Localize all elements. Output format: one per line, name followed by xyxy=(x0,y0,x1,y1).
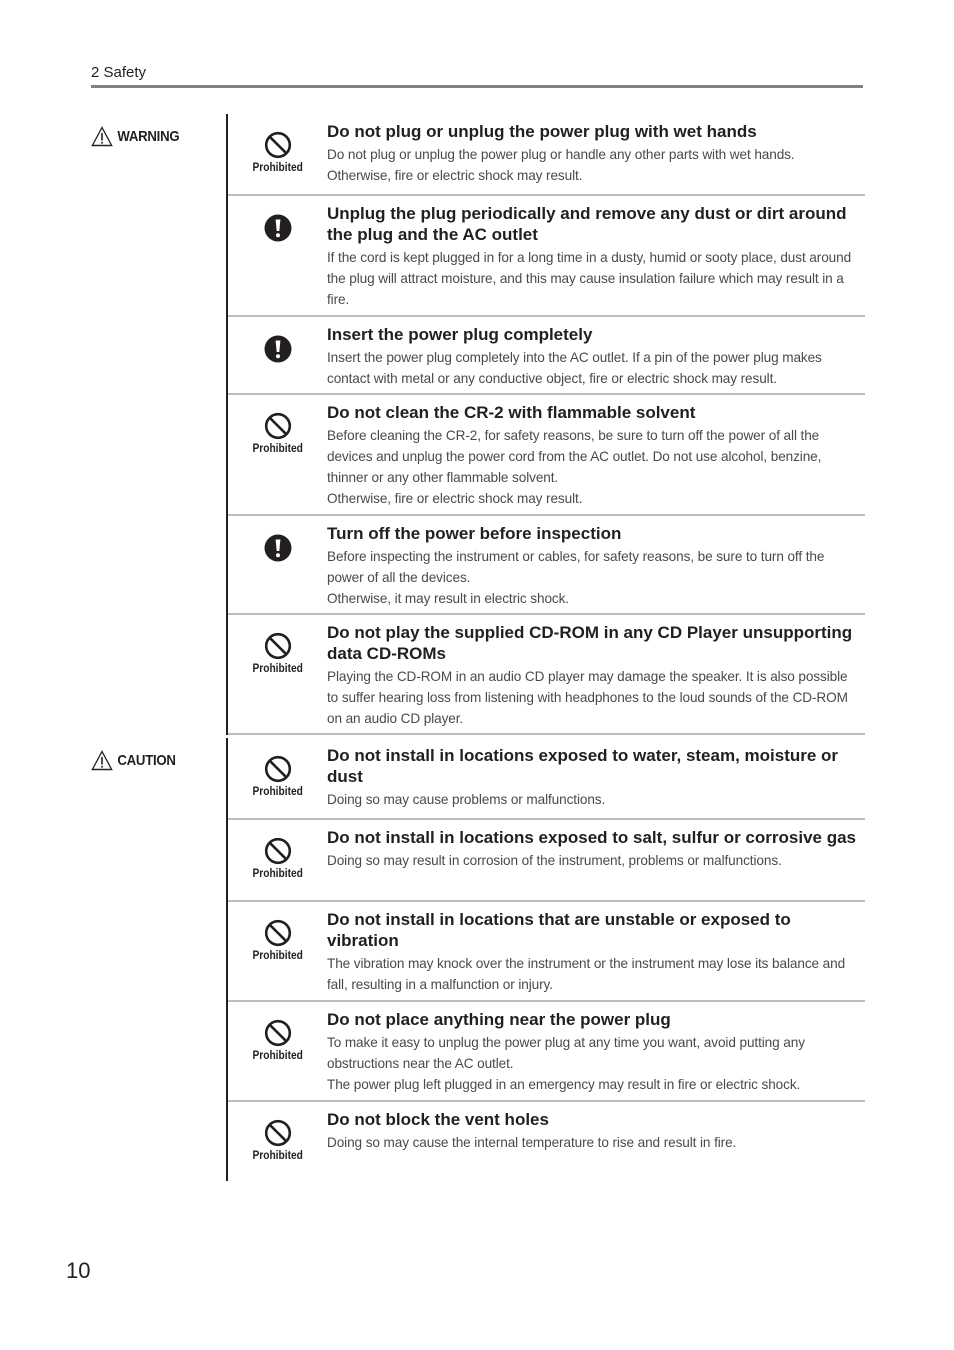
icon-cell xyxy=(228,317,327,393)
warning-item: Prohibited Do not plug or unplug the pow… xyxy=(228,114,865,196)
prohibited-label: Prohibited xyxy=(252,661,303,675)
caution-label-text: CAUTION xyxy=(117,752,176,769)
item-title: Turn off the power before inspection xyxy=(327,524,622,543)
item-text: Do not play the supplied CD-ROM in any C… xyxy=(327,615,865,733)
icon-cell: Prohibited xyxy=(228,1002,327,1100)
caution-item: Prohibited Do not install in locations e… xyxy=(228,738,865,820)
warning-label-text: WARNING xyxy=(117,128,180,145)
icon-cell: Prohibited xyxy=(228,114,327,194)
prohibited-icon xyxy=(264,1119,291,1147)
item-title: Insert the power plug completely xyxy=(327,325,593,344)
item-description: Do not plug or unplug the power plug or … xyxy=(327,147,795,183)
item-title: Do not plug or unplug the power plug wit… xyxy=(327,122,757,141)
item-text: Unplug the plug periodically and remove … xyxy=(327,196,865,315)
prohibited-label: Prohibited xyxy=(252,866,303,880)
item-text: Do not plug or unplug the power plug wit… xyxy=(327,114,865,194)
warning-item: Insert the power plug completely Insert … xyxy=(228,317,865,395)
item-description: Before cleaning the CR-2, for safety rea… xyxy=(327,428,822,506)
caution-item: Prohibited Do not place anything near th… xyxy=(228,1002,865,1102)
warning-list: Prohibited Do not plug or unplug the pow… xyxy=(226,114,865,735)
running-header: 2 Safety xyxy=(91,64,863,88)
warning-item: Unplug the plug periodically and remove … xyxy=(228,196,865,317)
warning-triangle-icon xyxy=(91,126,113,147)
item-text: Insert the power plug completely Insert … xyxy=(327,317,865,393)
icon-cell: Prohibited xyxy=(228,395,327,514)
item-description: The vibration may knock over the instrum… xyxy=(327,956,846,992)
icon-cell: Prohibited xyxy=(228,820,327,900)
item-description: Insert the power plug completely into th… xyxy=(327,350,822,386)
item-description: Doing so may result in corrosion of the … xyxy=(327,853,782,868)
icon-cell: Prohibited xyxy=(228,902,327,1000)
item-text: Do not install in locations exposed to s… xyxy=(327,820,865,900)
item-text: Do not block the vent holes Doing so may… xyxy=(327,1102,865,1181)
item-description: If the cord is kept plugged in for a lon… xyxy=(327,250,852,307)
prohibited-icon xyxy=(264,837,291,865)
item-title: Do not play the supplied CD-ROM in any C… xyxy=(327,623,853,663)
prohibited-icon xyxy=(264,131,291,159)
caution-label: CAUTION xyxy=(91,750,176,771)
item-title: Do not install in locations exposed to w… xyxy=(327,746,839,786)
header-rule xyxy=(91,85,863,88)
warning-item: Prohibited Do not clean the CR-2 with fl… xyxy=(228,395,865,516)
item-description: Playing the CD-ROM in an audio CD player… xyxy=(327,669,848,726)
item-title: Unplug the plug periodically and remove … xyxy=(327,204,847,244)
warning-label: WARNING xyxy=(91,126,180,147)
icon-cell xyxy=(228,196,327,315)
icon-cell: Prohibited xyxy=(228,738,327,818)
item-title: Do not install in locations exposed to s… xyxy=(327,828,856,847)
prohibited-icon xyxy=(264,755,291,783)
section-header-title: 2 Safety xyxy=(91,64,147,81)
item-description: Doing so may cause problems or malfuncti… xyxy=(327,792,606,807)
mandatory-icon xyxy=(264,534,291,562)
prohibited-label: Prohibited xyxy=(252,441,303,455)
icon-cell: Prohibited xyxy=(228,1102,327,1181)
prohibited-icon xyxy=(264,412,291,440)
item-description: Before inspecting the instrument or cabl… xyxy=(327,549,825,606)
warning-item: Turn off the power before inspection Bef… xyxy=(228,516,865,615)
item-text: Turn off the power before inspection Bef… xyxy=(327,516,865,613)
item-text: Do not clean the CR-2 with flammable sol… xyxy=(327,395,865,514)
mandatory-icon xyxy=(264,214,291,242)
prohibited-icon xyxy=(264,1019,291,1047)
caution-item: Prohibited Do not install in locations t… xyxy=(228,902,865,1002)
item-title: Do not clean the CR-2 with flammable sol… xyxy=(327,403,696,422)
caution-triangle-icon xyxy=(91,750,113,771)
item-title: Do not install in locations that are uns… xyxy=(327,910,791,950)
item-title: Do not block the vent holes xyxy=(327,1110,549,1129)
item-text: Do not install in locations exposed to w… xyxy=(327,738,865,818)
prohibited-label: Prohibited xyxy=(252,160,303,174)
caution-list: Prohibited Do not install in locations e… xyxy=(226,738,865,1181)
mandatory-icon xyxy=(264,335,291,363)
item-description: To make it easy to unplug the power plug… xyxy=(327,1035,805,1092)
item-description: Doing so may cause the internal temperat… xyxy=(327,1135,737,1150)
page-number: 10 xyxy=(66,1258,91,1283)
prohibited-icon xyxy=(264,632,291,660)
prohibited-label: Prohibited xyxy=(252,784,303,798)
prohibited-label: Prohibited xyxy=(252,1148,303,1162)
icon-cell: Prohibited xyxy=(228,615,327,733)
item-title: Do not place anything near the power plu… xyxy=(327,1010,671,1029)
item-text: Do not place anything near the power plu… xyxy=(327,1002,865,1100)
warning-item: Prohibited Do not play the supplied CD-R… xyxy=(228,615,865,735)
prohibited-label: Prohibited xyxy=(252,1048,303,1062)
caution-item: Prohibited Do not install in locations e… xyxy=(228,820,865,902)
caution-item: Prohibited Do not block the vent holes D… xyxy=(228,1102,865,1181)
prohibited-icon xyxy=(264,919,291,947)
item-text: Do not install in locations that are uns… xyxy=(327,902,865,1000)
prohibited-label: Prohibited xyxy=(252,948,303,962)
icon-cell xyxy=(228,516,327,613)
